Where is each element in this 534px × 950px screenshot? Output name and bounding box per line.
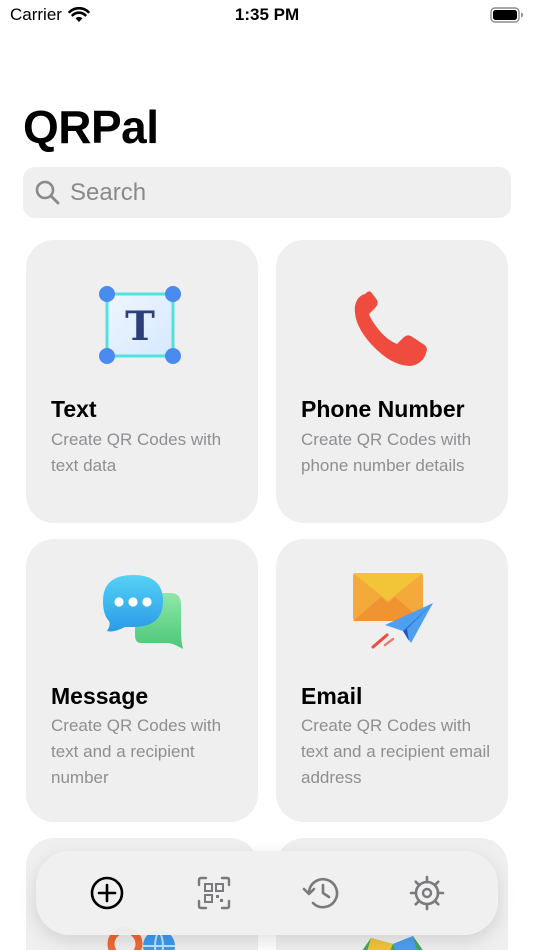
status-time: 1:35 PM	[234, 5, 300, 24]
tab-scan[interactable]	[184, 863, 244, 923]
card-title: Phone Number	[301, 396, 465, 422]
envelope-plane-icon	[276, 569, 508, 655]
card-title: Text	[51, 396, 97, 422]
card-message[interactable]: Message Create QR Codes with text and a …	[26, 539, 258, 822]
card-title: Message	[51, 683, 149, 709]
card-description: Create QR Codes with text data	[51, 430, 222, 475]
tab-bar	[36, 851, 498, 935]
svg-text:T: T	[125, 303, 155, 350]
text-box-icon: T	[26, 282, 258, 372]
search-input[interactable]	[70, 178, 490, 207]
gear-icon	[409, 875, 445, 911]
phone-icon	[276, 284, 508, 374]
tab-settings[interactable]	[397, 863, 457, 923]
card-description: Create QR Codes with phone number detail…	[301, 430, 472, 475]
history-icon	[302, 877, 339, 909]
card-email[interactable]: Email Create QR Codes with text and a re…	[276, 539, 508, 822]
battery-icon	[490, 7, 523, 23]
card-title: Email	[301, 683, 363, 709]
status-bar: Carrier 1:35 PM	[0, 0, 534, 30]
search-bar[interactable]	[23, 167, 511, 218]
tab-create[interactable]	[77, 863, 137, 923]
card-description: Create QR Codes with text and a recipien…	[301, 716, 490, 787]
plus-circle-icon	[90, 876, 124, 910]
card-description: Create QR Codes with text and a recipien…	[51, 716, 222, 787]
card-text[interactable]: T Text Create QR Codes with text data	[26, 240, 258, 523]
chat-bubbles-icon	[26, 571, 258, 657]
page-title: QRPal	[23, 101, 159, 153]
card-phone-number[interactable]: Phone Number Create QR Codes with phone …	[276, 240, 508, 523]
tab-history[interactable]	[290, 863, 350, 923]
qr-scan-icon	[197, 876, 230, 910]
search-icon	[35, 180, 60, 205]
